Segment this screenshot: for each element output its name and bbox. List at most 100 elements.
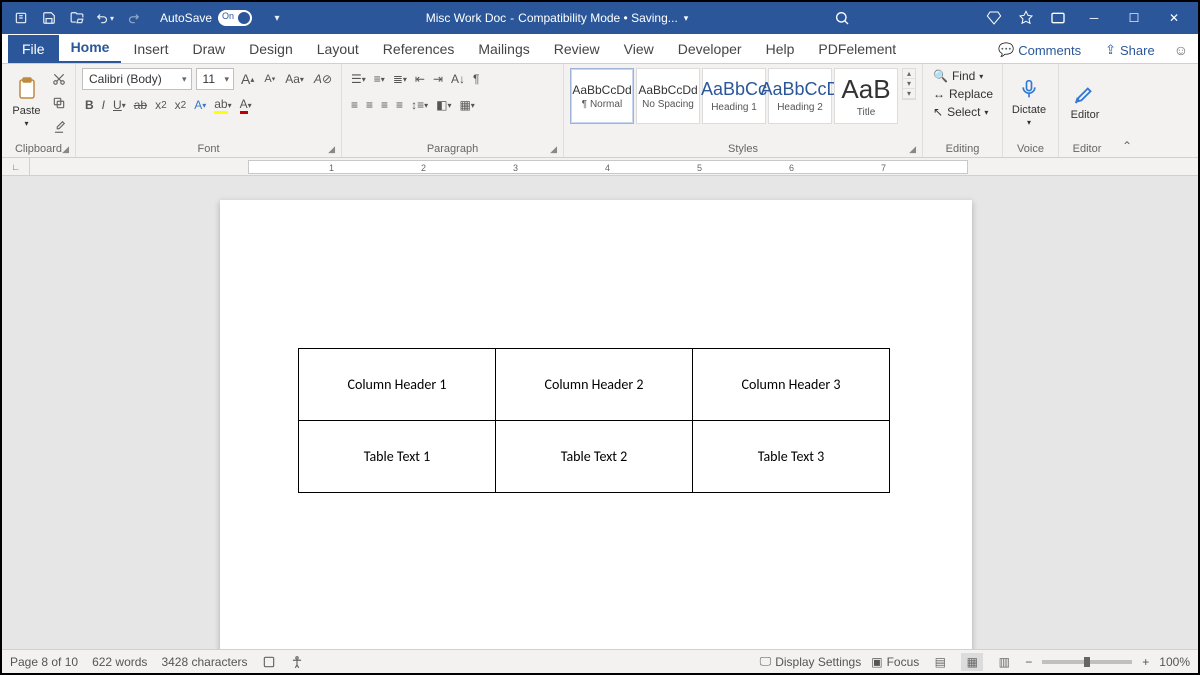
style-item[interactable]: AaBbCcDHeading 2 bbox=[768, 68, 832, 124]
table-cell[interactable]: Column Header 3 bbox=[693, 349, 890, 421]
bullets-icon[interactable]: ☰▾ bbox=[348, 68, 369, 90]
undo-icon[interactable]: ▾ bbox=[94, 7, 116, 29]
tab-mailings[interactable]: Mailings bbox=[466, 35, 541, 63]
tab-help[interactable]: Help bbox=[754, 35, 807, 63]
align-right-icon[interactable]: ≡ bbox=[378, 94, 391, 116]
numbering-icon[interactable]: ≡▾ bbox=[371, 68, 388, 90]
table-cell[interactable]: Column Header 2 bbox=[496, 349, 693, 421]
shrink-font-icon[interactable]: A▾ bbox=[261, 68, 278, 90]
print-layout-icon[interactable]: ▦ bbox=[961, 653, 983, 671]
document-area[interactable]: Column Header 1 Column Header 2 Column H… bbox=[2, 176, 1198, 649]
style-gallery-scroll[interactable]: ▴▾▾ bbox=[902, 68, 916, 100]
style-item[interactable]: AaBbCcDdNo Spacing bbox=[636, 68, 700, 124]
save-icon[interactable] bbox=[38, 7, 60, 29]
coming-soon-icon[interactable] bbox=[1010, 2, 1042, 34]
grow-font-icon[interactable]: A▴ bbox=[238, 68, 257, 90]
cut-icon[interactable] bbox=[49, 68, 69, 90]
find-button[interactable]: 🔍 Find ▾ bbox=[929, 68, 997, 84]
underline-button[interactable]: U▾ bbox=[110, 94, 129, 116]
read-mode-icon[interactable]: ▤ bbox=[929, 653, 951, 671]
tab-layout[interactable]: Layout bbox=[305, 35, 371, 63]
tab-view[interactable]: View bbox=[612, 35, 666, 63]
zoom-in-button[interactable]: + bbox=[1142, 655, 1149, 669]
maximize-button[interactable]: ☐ bbox=[1114, 2, 1154, 34]
word-count[interactable]: 622 words bbox=[92, 655, 147, 669]
borders-icon[interactable]: ▦▾ bbox=[456, 94, 477, 116]
table-cell[interactable]: Table Text 1 bbox=[299, 421, 496, 493]
bold-button[interactable]: B bbox=[82, 94, 97, 116]
comments-button[interactable]: 💬 Comments bbox=[989, 37, 1090, 63]
multilevel-icon[interactable]: ≣▾ bbox=[390, 68, 410, 90]
zoom-level[interactable]: 100% bbox=[1159, 655, 1190, 669]
style-item[interactable]: AaBbCcHeading 1 bbox=[702, 68, 766, 124]
tab-references[interactable]: References bbox=[371, 35, 467, 63]
align-center-icon[interactable]: ≡ bbox=[363, 94, 376, 116]
dictate-button[interactable]: Dictate▾ bbox=[1009, 68, 1049, 134]
styles-dialog-icon[interactable]: ◢ bbox=[909, 144, 916, 155]
document-table[interactable]: Column Header 1 Column Header 2 Column H… bbox=[298, 348, 890, 493]
select-button[interactable]: ↖ Select ▾ bbox=[929, 104, 997, 120]
change-case-icon[interactable]: Aa▾ bbox=[282, 68, 307, 90]
text-effects-icon[interactable]: A▾ bbox=[191, 94, 209, 116]
tab-insert[interactable]: Insert bbox=[121, 35, 180, 63]
minimize-button[interactable]: ─ bbox=[1074, 2, 1114, 34]
tab-developer[interactable]: Developer bbox=[666, 35, 754, 63]
highlight-icon[interactable]: ab▾ bbox=[211, 94, 234, 116]
search-icon[interactable] bbox=[826, 2, 858, 34]
tab-pdfelement[interactable]: PDFelement bbox=[806, 35, 908, 63]
page-count[interactable]: Page 8 of 10 bbox=[10, 655, 78, 669]
font-color-icon[interactable]: A▾ bbox=[237, 94, 255, 116]
ribbon-display-icon[interactable] bbox=[1042, 2, 1074, 34]
tab-file[interactable]: File bbox=[8, 35, 59, 63]
spellcheck-icon[interactable] bbox=[262, 655, 276, 669]
display-settings-button[interactable]: 🖵 Display Settings bbox=[760, 654, 862, 669]
italic-button[interactable]: I bbox=[99, 94, 108, 116]
editor-button[interactable]: Editor bbox=[1065, 68, 1105, 134]
zoom-slider[interactable] bbox=[1042, 660, 1132, 664]
tab-design[interactable]: Design bbox=[237, 35, 305, 63]
subscript-button[interactable]: x2 bbox=[152, 94, 170, 116]
replace-button[interactable]: ↔ Replace bbox=[929, 86, 997, 102]
web-layout-icon[interactable]: ▥ bbox=[993, 653, 1015, 671]
go-back-icon[interactable] bbox=[10, 7, 32, 29]
folder-icon[interactable] bbox=[66, 7, 88, 29]
increase-indent-icon[interactable]: ⇥ bbox=[430, 68, 446, 90]
table-cell[interactable]: Table Text 3 bbox=[693, 421, 890, 493]
tab-home[interactable]: Home bbox=[59, 33, 122, 63]
clear-formatting-icon[interactable]: A⊘ bbox=[311, 68, 335, 90]
table-cell[interactable]: Table Text 2 bbox=[496, 421, 693, 493]
diamond-icon[interactable] bbox=[978, 2, 1010, 34]
format-painter-icon[interactable] bbox=[49, 116, 69, 138]
autosave-toggle[interactable]: AutoSave On bbox=[160, 10, 252, 26]
close-button[interactable]: ✕ bbox=[1154, 2, 1194, 34]
style-item[interactable]: AaBTitle bbox=[834, 68, 898, 124]
table-cell[interactable]: Column Header 1 bbox=[299, 349, 496, 421]
accessibility-icon[interactable] bbox=[290, 655, 304, 669]
shading-icon[interactable]: ◧▾ bbox=[433, 94, 454, 116]
account-icon[interactable]: ☺ bbox=[1170, 38, 1192, 62]
justify-icon[interactable]: ≡ bbox=[393, 94, 406, 116]
copy-icon[interactable] bbox=[49, 92, 69, 114]
tab-selector-icon[interactable]: ∟ bbox=[2, 158, 30, 175]
sort-icon[interactable]: A↓ bbox=[448, 68, 468, 90]
char-count[interactable]: 3428 characters bbox=[161, 655, 247, 669]
paste-button[interactable]: Paste ▾ bbox=[8, 68, 45, 134]
zoom-out-button[interactable]: − bbox=[1025, 655, 1032, 669]
share-button[interactable]: ⇪ Share bbox=[1096, 37, 1164, 63]
focus-button[interactable]: ▣ Focus bbox=[871, 655, 919, 669]
decrease-indent-icon[interactable]: ⇤ bbox=[412, 68, 428, 90]
clipboard-dialog-icon[interactable]: ◢ bbox=[62, 144, 69, 155]
align-left-icon[interactable]: ≡ bbox=[348, 94, 361, 116]
style-item[interactable]: AaBbCcDd¶ Normal bbox=[570, 68, 634, 124]
paragraph-dialog-icon[interactable]: ◢ bbox=[550, 144, 557, 155]
font-name-select[interactable]: Calibri (Body) bbox=[82, 68, 192, 90]
show-marks-icon[interactable]: ¶ bbox=[470, 68, 482, 90]
superscript-button[interactable]: x2 bbox=[172, 94, 190, 116]
line-spacing-icon[interactable]: ↕≡▾ bbox=[408, 94, 431, 116]
redo-icon[interactable] bbox=[122, 7, 144, 29]
font-dialog-icon[interactable]: ◢ bbox=[328, 144, 335, 155]
font-size-select[interactable]: 11 bbox=[196, 68, 234, 90]
collapse-ribbon-icon[interactable]: ⌃ bbox=[1122, 139, 1132, 153]
tab-review[interactable]: Review bbox=[542, 35, 612, 63]
tab-draw[interactable]: Draw bbox=[180, 35, 237, 63]
